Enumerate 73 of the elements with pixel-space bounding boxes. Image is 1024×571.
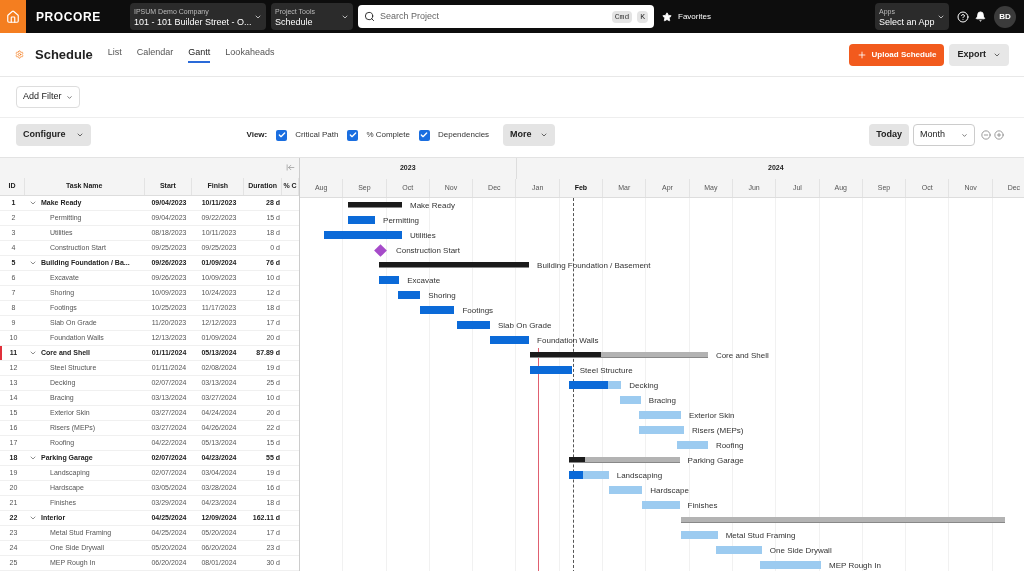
caret-icon: [65, 93, 73, 101]
export-button[interactable]: Export: [949, 43, 1009, 66]
bar-label: Bracing: [648, 395, 676, 407]
checkbox[interactable]: [276, 129, 288, 141]
view-tab[interactable]: Gantt: [188, 46, 211, 63]
bar-label: Make Ready: [410, 200, 455, 212]
bar-label: Risers (MEPs): [691, 425, 744, 437]
view-checkbox[interactable]: Critical Path: [276, 129, 339, 141]
shortcut-key: K: [637, 10, 648, 23]
app-name: Select an App: [879, 16, 936, 28]
bar-label: Hardscape: [650, 485, 689, 497]
bar-label: Excavate: [407, 275, 441, 287]
bar-label: Roofing: [715, 440, 744, 452]
gear-icon: [15, 50, 24, 59]
view-tab[interactable]: List: [107, 46, 122, 63]
collapse-icon[interactable]: [286, 163, 295, 173]
help-icon[interactable]: [957, 10, 969, 23]
bar-label: Landscaping: [616, 470, 663, 482]
shortcut-key: Cmd: [611, 10, 633, 23]
home-button[interactable]: [0, 0, 26, 33]
view-checkbox[interactable]: Dependencies: [418, 129, 490, 141]
view-tab[interactable]: Calendar: [136, 46, 174, 63]
zoom-out-icon[interactable]: [981, 130, 991, 140]
caret-icon: [75, 131, 84, 139]
bar-label: Slab On Grade: [498, 320, 552, 332]
bar-label: Shoring: [428, 290, 456, 302]
chevron-icon[interactable]: [29, 514, 37, 522]
favorites-link[interactable]: Favorites: [678, 10, 711, 23]
bar-label: Parking Garage: [687, 455, 744, 467]
home-icon: [6, 9, 20, 24]
checkbox[interactable]: [347, 129, 359, 141]
logo[interactable]: PROCORE: [36, 7, 122, 26]
bar-label: Foundation Walls: [537, 335, 599, 347]
tool-name: Schedule: [275, 16, 314, 28]
chevron-icon[interactable]: [29, 199, 37, 207]
add-filter-button[interactable]: Add Filter: [16, 86, 80, 108]
view-label: View:: [246, 129, 268, 141]
view-checkbox[interactable]: % Complete: [347, 129, 410, 141]
project-name: 101 - 101 Builder Street - O...: [134, 16, 253, 28]
configure-button[interactable]: Configure: [16, 124, 91, 146]
bar-label: Permitting: [383, 215, 420, 227]
today-button[interactable]: Today: [869, 124, 909, 146]
avatar[interactable]: BD: [994, 5, 1016, 28]
bar-label: One Side Drywall: [769, 545, 832, 557]
page-title: Schedule: [35, 45, 93, 64]
view-tab[interactable]: Lookaheads: [225, 46, 275, 63]
bar-label: Metal Stud Framing: [725, 530, 796, 542]
bar-label: Core and Shell: [715, 350, 769, 362]
chevron-icon[interactable]: [29, 454, 37, 462]
chevron-icon[interactable]: [29, 349, 37, 357]
search-field[interactable]: Search Project Cmd K: [358, 5, 654, 28]
caret-icon: [539, 131, 548, 139]
star-icon: [662, 11, 672, 22]
checkbox[interactable]: [418, 129, 430, 141]
bar-label: Finishes: [687, 500, 718, 512]
caret-icon: [961, 131, 968, 139]
milestone-icon: [374, 244, 387, 257]
bar-label: Footings: [462, 305, 494, 317]
more-button[interactable]: More: [503, 124, 555, 146]
chevron-icon[interactable]: [29, 259, 37, 267]
bar-label: Exterior Skin: [689, 410, 735, 422]
bell-icon[interactable]: [975, 11, 986, 22]
zoom-in-icon[interactable]: [994, 130, 1004, 140]
bar-label: Steel Structure: [579, 365, 633, 377]
bar-label: Construction Start: [395, 245, 460, 257]
bar-label: MEP Rough In: [829, 560, 881, 571]
bar-label: Decking: [629, 380, 659, 392]
search-icon: [364, 11, 375, 22]
search-input[interactable]: Search Project: [380, 9, 607, 24]
plus-icon: [856, 49, 867, 60]
scale-select[interactable]: Month: [913, 124, 975, 146]
bar-label: Building Foundation / Basement: [537, 260, 651, 272]
bar-label: Utilities: [410, 230, 436, 242]
